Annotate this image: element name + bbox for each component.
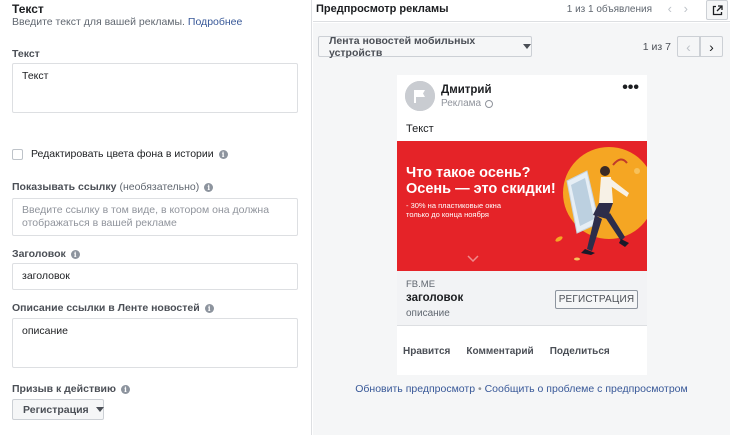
info-icon[interactable]: i [120,384,130,394]
link-headline: заголовок [406,292,464,304]
cta-label: Призыв к действию [12,383,116,395]
headline-label: Заголовок [12,248,66,260]
ad-image: Что такое осень? Осень — это скидки! - 3… [397,141,647,271]
info-icon[interactable]: i [204,182,214,192]
ad-text-form: Текст Введите текст для вашей рекламы. П… [0,0,312,435]
prev-placement-button[interactable]: ‹ [677,36,700,57]
info-icon[interactable]: i [204,303,214,313]
headline-input[interactable]: заголовок [12,263,298,290]
text-input[interactable]: Текст [12,63,298,113]
banner-headline-2: Осень — это скидки! [406,181,556,197]
report-problem-link[interactable]: Сообщить о проблеме с предпросмотром [485,383,688,395]
show-link-label: Показывать ссылку [12,181,117,193]
show-link-placeholder-line2: отображаться в вашей рекламе [22,217,177,229]
chevron-left-icon[interactable]: ‹ [668,2,672,16]
comment-button[interactable]: Комментарий [466,346,533,357]
cta-dropdown[interactable]: Регистрация [12,399,104,420]
caret-down-icon [523,44,531,49]
globe-icon [485,99,494,108]
refresh-preview-link[interactable]: Обновить предпросмотр [355,383,475,395]
next-placement-button[interactable]: › [700,36,723,57]
show-link-label-row: Показывать ссылку (необязательно) i [12,181,214,193]
external-link-icon [712,4,723,15]
caret-down-icon [95,407,104,412]
placement-position: 1 из 7 [642,41,671,53]
show-link-placeholder-line1: Введите ссылку в том виде, в котором она… [22,204,270,216]
cta-dropdown-value: Регистрация [23,403,89,416]
description-label: Описание ссылки в Ленте новостей [12,302,200,314]
description-input[interactable]: описание [12,318,298,368]
section-title: Текст [12,2,44,16]
link-domain: FB.ME [406,279,436,290]
ad-preview-panel: Предпросмотр рекламы 1 из 1 объявления ‹… [313,0,730,435]
post-text: Текст [406,123,434,135]
share-button[interactable]: Поделиться [550,346,610,357]
banner-offer-line2: только до конца ноября [406,210,489,219]
info-icon[interactable]: i [70,249,80,259]
chevron-right-icon[interactable]: › [684,2,688,16]
info-icon[interactable]: i [218,149,228,159]
placement-value: Лента новостей мобильных устройств [329,34,476,59]
ad-card: Дмитрий Реклама ••• Текст Что такое осен… [397,75,647,375]
preview-footer: Обновить предпросмотр • Сообщить о пробл… [313,383,730,395]
register-button[interactable]: РЕГИСТРАЦИЯ [555,290,638,309]
learn-more-link[interactable]: Подробнее [188,16,242,28]
autumn-illustration [555,147,647,261]
ad-count: 1 из 1 объявления [566,4,652,15]
show-link-input[interactable]: Введите ссылку в том виде, в котором она… [12,198,298,236]
page-name: Дмитрий [441,84,492,96]
link-preview[interactable]: FB.ME заголовок описание РЕГИСТРАЦИЯ [397,271,647,326]
edit-bg-colors-checkbox[interactable] [12,148,23,160]
section-subtitle-text: Введите текст для вашей рекламы. [12,16,185,28]
avatar [405,81,435,111]
chevron-left-icon: ‹ [686,38,691,55]
headline-label-row: Заголовок i [12,248,80,260]
banner-offer-line1: - 30% на пластиковые окна [406,201,501,210]
text-label: Текст [12,48,40,60]
link-description: описание [406,308,450,319]
sponsored-label: Реклама [441,98,482,109]
placement-dropdown[interactable]: Лента новостей мобильных устройств [318,34,532,59]
description-label-row: Описание ссылки в Ленте новостей i [12,302,214,314]
cta-label-row: Призыв к действию i [12,383,130,395]
preview-header: Предпросмотр рекламы 1 из 1 объявления ‹… [313,0,730,22]
edit-bg-colors-row: Редактировать цвета фона в истории i [12,148,228,160]
preview-title: Предпросмотр рекламы [316,3,449,15]
chevron-right-icon: › [709,38,714,55]
show-link-optional: (необязательно) [119,181,200,193]
more-icon[interactable]: ••• [622,80,639,96]
banner-offer: - 30% на пластиковые окна только до конц… [406,201,501,219]
edit-bg-colors-label: Редактировать цвета фона в истории [31,148,214,160]
flag-icon [405,81,435,111]
banner-headline-1: Что такое осень? [406,165,531,181]
section-subtitle: Введите текст для вашей рекламы. Подробн… [12,16,242,28]
footer-separator: • [477,383,482,395]
post-actions: Нравится Комментарий Поделиться [397,346,647,357]
chevron-down-icon [467,255,479,262]
sponsored-row: Реклама [441,98,494,109]
open-external-button[interactable] [706,0,728,20]
like-button[interactable]: Нравится [403,346,450,357]
